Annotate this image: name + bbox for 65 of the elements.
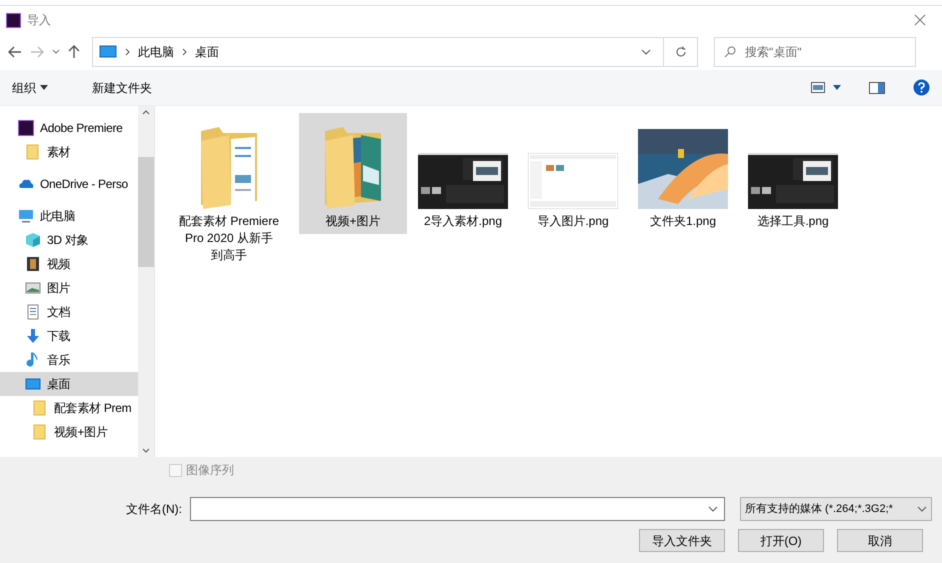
new-folder-button[interactable]: 新建文件夹 bbox=[92, 76, 152, 100]
address-bar[interactable]: 此电脑 桌面 bbox=[92, 37, 698, 67]
chevron-icon bbox=[182, 48, 187, 56]
nav-item[interactable]: 视频+图片 bbox=[0, 420, 138, 444]
file-item[interactable]: 文件夹1.png bbox=[629, 113, 737, 234]
refresh-icon[interactable] bbox=[674, 46, 686, 58]
chevron-icon bbox=[125, 48, 130, 56]
nav-item[interactable]: OneDrive - Perso bbox=[0, 172, 138, 196]
caret-icon bbox=[40, 85, 48, 90]
nav-item[interactable]: 图片 bbox=[0, 276, 138, 300]
nav-item[interactable]: 3D 对象 bbox=[0, 228, 138, 252]
caret-icon[interactable] bbox=[52, 49, 60, 55]
nav-item[interactable]: 配套素材 Prem bbox=[0, 396, 138, 420]
preview-pane-icon[interactable] bbox=[869, 82, 885, 94]
scrollbar[interactable] bbox=[138, 106, 155, 457]
close-icon bbox=[914, 14, 926, 26]
file-item[interactable]: 配套素材 Premiere Pro 2020 从新手到高手 bbox=[175, 113, 283, 268]
nav-item[interactable]: 文档 bbox=[0, 300, 138, 324]
file-item[interactable]: 选择工具.png bbox=[739, 113, 847, 234]
app-icon bbox=[18, 120, 34, 136]
image-icon bbox=[25, 280, 41, 296]
view-icon[interactable] bbox=[811, 82, 825, 93]
search-field[interactable]: 搜索"桌面" bbox=[714, 37, 916, 67]
search-icon bbox=[724, 46, 736, 58]
filename-field[interactable] bbox=[190, 497, 725, 521]
film-icon bbox=[25, 256, 41, 272]
document-icon bbox=[25, 304, 41, 320]
organize-menu[interactable]: 组织 bbox=[12, 76, 48, 100]
computer-icon bbox=[18, 208, 34, 224]
nav-item[interactable]: 下载 bbox=[0, 324, 138, 348]
up-caret-icon bbox=[142, 110, 150, 115]
filename-label: 文件名(N): bbox=[126, 501, 183, 518]
dropdown-icon bbox=[708, 506, 718, 512]
file-item[interactable]: 2导入素材.png bbox=[409, 113, 517, 234]
nav-item[interactable]: 音乐 bbox=[0, 348, 138, 372]
file-type-dropdown[interactable]: 所有支持的媒体 (*.264;*.3G2;* bbox=[740, 497, 932, 521]
nav-item[interactable]: 素材 bbox=[0, 140, 138, 164]
file-item[interactable]: 导入图片.png bbox=[519, 113, 627, 234]
file-item[interactable]: 视频+图片 bbox=[299, 113, 407, 234]
folder-icon bbox=[32, 400, 48, 416]
back-arrow-icon[interactable] bbox=[8, 46, 22, 58]
nav-item[interactable]: Adobe Premiere bbox=[0, 116, 138, 140]
dropdown-icon[interactable] bbox=[641, 49, 651, 55]
cube-icon bbox=[25, 232, 41, 248]
dialog-button[interactable]: 取消 bbox=[837, 529, 923, 552]
dialog-button[interactable]: 导入文件夹 bbox=[639, 529, 725, 552]
down-caret-icon bbox=[142, 448, 150, 453]
desktop-icon bbox=[25, 376, 41, 392]
dialog-button[interactable]: 打开(O) bbox=[738, 529, 824, 552]
app-icon bbox=[6, 12, 21, 28]
dropdown-icon bbox=[917, 506, 927, 512]
up-arrow-icon[interactable] bbox=[68, 45, 80, 59]
breadcrumb[interactable]: 此电脑 bbox=[138, 43, 174, 61]
folder-icon bbox=[25, 144, 41, 160]
checkbox-label: 图像序列 bbox=[186, 462, 234, 479]
computer-icon bbox=[99, 45, 117, 59]
help-icon[interactable] bbox=[913, 79, 930, 96]
nav-item[interactable]: 桌面 bbox=[0, 372, 138, 396]
breadcrumb[interactable]: 桌面 bbox=[195, 43, 219, 61]
folder-icon bbox=[32, 424, 48, 440]
nav-item[interactable]: 此电脑 bbox=[0, 204, 138, 228]
down-arrow-icon bbox=[25, 328, 41, 344]
window-title: 导入 bbox=[27, 12, 51, 29]
nav-item[interactable]: 视频 bbox=[0, 252, 138, 276]
caret-icon[interactable] bbox=[833, 85, 841, 90]
